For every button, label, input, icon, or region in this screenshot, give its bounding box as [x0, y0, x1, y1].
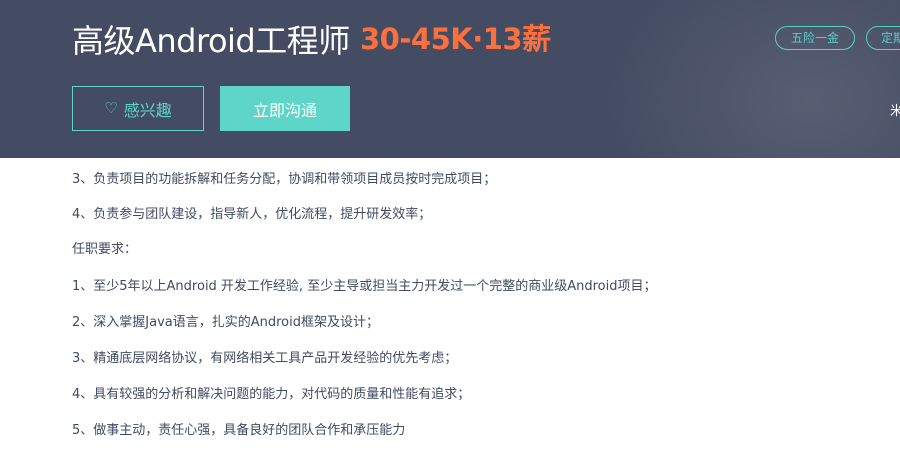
- description-line: 5、做事主动，责任心强，具备良好的团队合作和承压能力: [72, 423, 406, 438]
- job-title: 高级Android工程师: [72, 22, 350, 60]
- chat-now-button[interactable]: 立即沟通: [220, 86, 350, 131]
- description-line: 2、深入掌握Java语言，扎实的Android框架及设计；: [72, 315, 379, 330]
- requirements-heading: 任职要求：: [72, 242, 138, 257]
- description-line: 1、至少5年以上Android 开发工作经验, 至少主导或担当主力开发过一个完整…: [72, 279, 657, 294]
- interest-button-label: 感兴趣: [123, 100, 172, 120]
- description-line: 3、负责项目的功能拆解和任务分配，协调和带领项目成员按时完成项目；: [72, 172, 497, 187]
- job-header: 高级Android工程师 30-45K·13薪 五险一金 定期 ♡ 感兴趣 立即…: [0, 0, 900, 158]
- description-line: 4、具有较强的分析和解决问题的能力，对代码的质量和性能有追求；: [72, 387, 471, 402]
- truncated-label: 米: [890, 104, 900, 119]
- heart-icon: ♡: [104, 99, 118, 117]
- benefit-tag: 五险一金: [775, 26, 855, 50]
- description-line: 3、精通底层网络协议，有网络相关工具产品开发经验的优先考虑；: [72, 351, 458, 366]
- salary: 30-45K·13薪: [360, 22, 551, 56]
- benefit-tag: 定期: [866, 26, 900, 50]
- interest-button[interactable]: ♡ 感兴趣: [72, 86, 204, 131]
- description-line: 4、负责参与团队建设，指导新人，优化流程，提升研发效率；: [72, 207, 432, 222]
